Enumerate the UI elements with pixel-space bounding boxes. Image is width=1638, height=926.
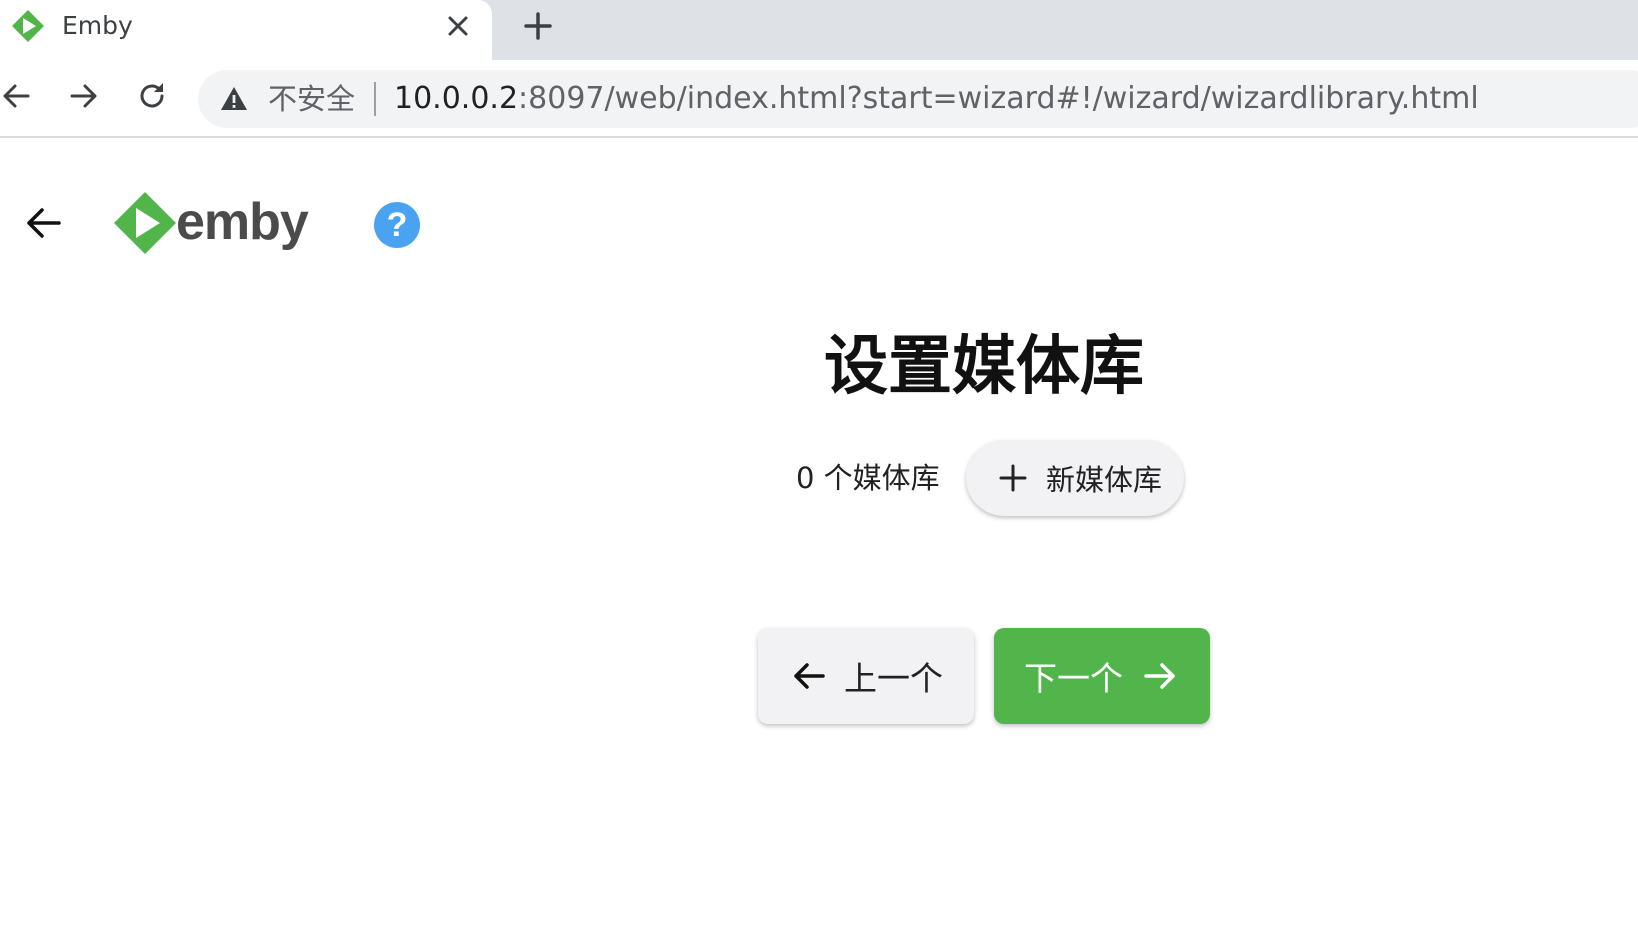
emby-logo-icon [114,192,176,254]
close-icon [448,16,468,36]
url-text[interactable]: 10.0.0.2:8097/web/index.html?start=wizar… [394,79,1479,119]
wizard-page: emby ? 设置媒体库 0 个媒体库 新媒体库 上一个 下一个 [0,140,1638,926]
warning-triangle-icon [221,87,247,110]
tab-close-button[interactable] [440,8,476,44]
browser-back-button[interactable] [0,74,38,118]
previous-button[interactable]: 上一个 [758,628,974,724]
arrow-right-icon [70,84,97,108]
page-back-button[interactable] [20,200,66,246]
new-tab-button[interactable] [518,6,558,46]
library-count: 0 个媒体库 [796,461,940,495]
arrow-left-icon [3,84,30,108]
new-library-button[interactable]: 新媒体库 [966,440,1184,516]
page-title: 设置媒体库 [824,330,1144,404]
new-library-label: 新媒体库 [1046,463,1163,497]
url-host: 10.0.0.2 [394,81,519,116]
help-circle-icon: ? [386,206,408,244]
arrow-left-icon [794,663,825,689]
omnibox-divider [374,82,376,116]
emby-favicon-icon [12,10,44,42]
plus-icon [999,464,1027,492]
next-label: 下一个 [1024,659,1123,698]
next-button[interactable]: 下一个 [994,628,1210,724]
arrow-right-icon [1144,663,1175,689]
browser-toolbar: 不安全 10.0.0.2:8097/web/index.html?start=w… [0,60,1638,138]
help-button[interactable]: ? [374,202,420,248]
security-label[interactable]: 不安全 [268,80,355,118]
browser-reload-button[interactable] [130,74,174,118]
browser-tab[interactable]: Emby [0,0,492,60]
tab-title: Emby [62,11,133,40]
arrow-left-icon [27,208,61,238]
reload-icon [140,83,164,108]
browser-tabstrip: Emby [0,0,1638,60]
emby-logo: emby [112,190,312,256]
address-bar[interactable]: 不安全 10.0.0.2:8097/web/index.html?start=w… [198,70,1638,128]
browser-forward-button[interactable] [62,74,106,118]
url-path: :8097/web/index.html?start=wizard#!/wiza… [518,81,1479,116]
logo-text: emby [176,193,309,251]
previous-label: 上一个 [844,659,943,698]
plus-icon [524,12,552,40]
